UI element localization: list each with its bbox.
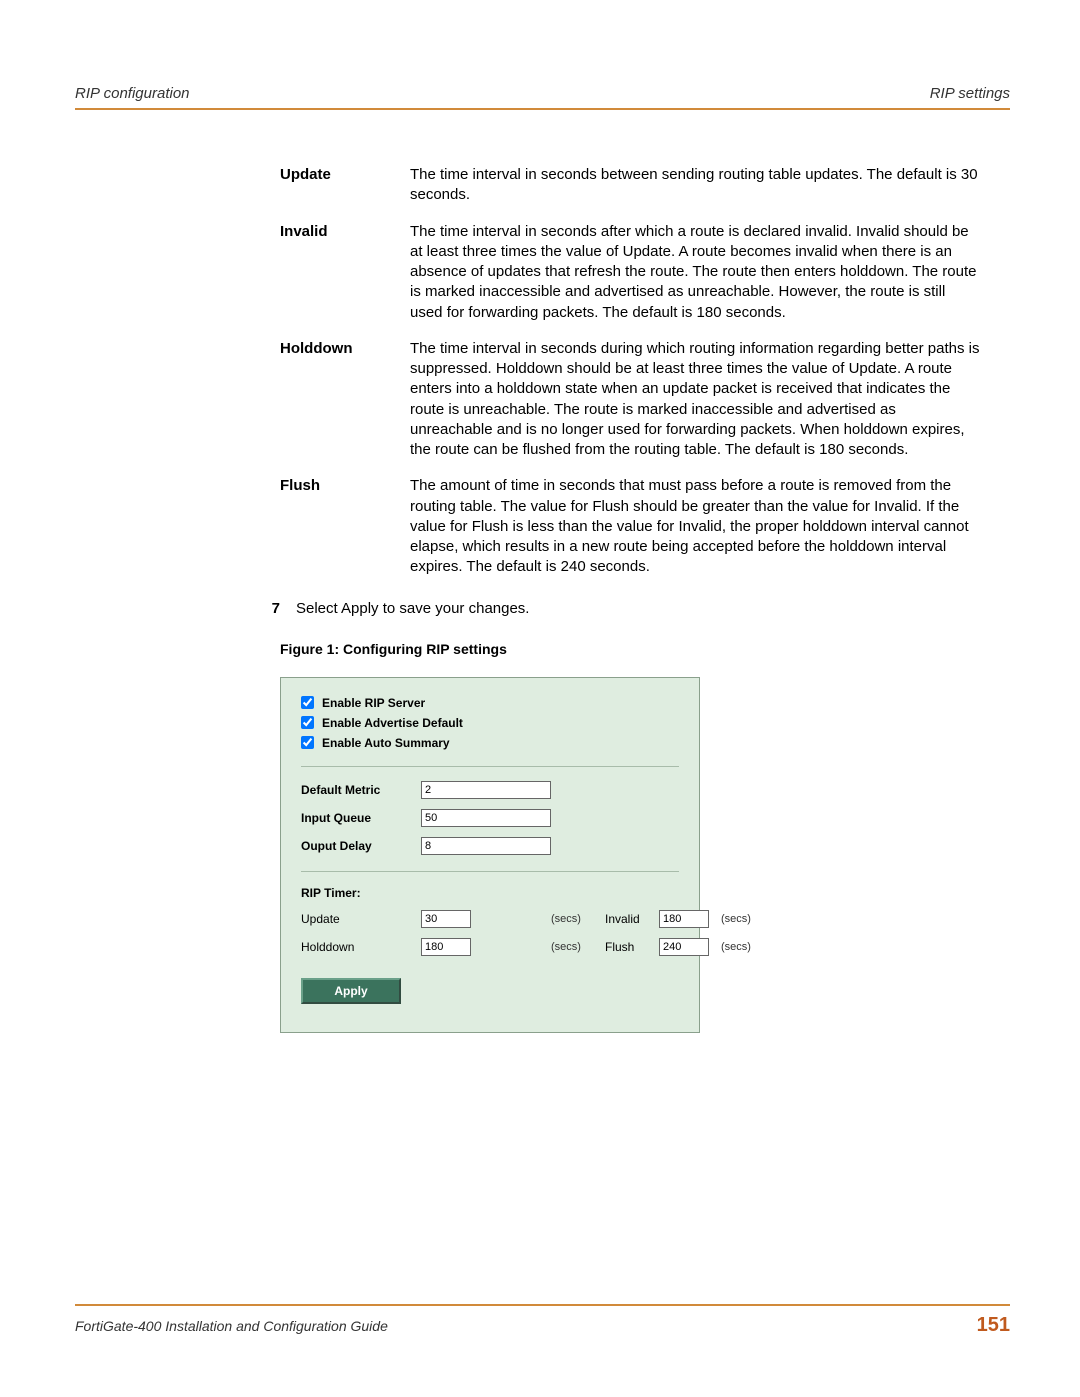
enable-auto-summary-checkbox[interactable] (301, 736, 314, 749)
header-left: RIP configuration (75, 85, 190, 102)
document-page: RIP configuration RIP settings Update Th… (0, 0, 1080, 1397)
step-number: 7 (238, 600, 296, 617)
header-right: RIP settings (930, 85, 1010, 102)
def-desc: The amount of time in seconds that must … (410, 476, 980, 577)
checkbox-label: Enable Auto Summary (322, 736, 450, 750)
secs-label: (secs) (721, 913, 771, 925)
flush-input[interactable] (659, 938, 709, 956)
def-term: Flush (280, 476, 410, 577)
step-text: Select Apply to save your changes. (296, 600, 529, 617)
invalid-label: Invalid (605, 912, 659, 926)
page-footer: FortiGate-400 Installation and Configura… (75, 1304, 1010, 1337)
running-header: RIP configuration RIP settings (75, 85, 1010, 110)
input-queue-label: Input Queue (301, 811, 421, 825)
update-label: Update (301, 912, 421, 926)
invalid-input[interactable] (659, 910, 709, 928)
definition-update: Update The time interval in seconds betw… (280, 165, 980, 206)
checkbox-enable-rip-server: Enable RIP Server (301, 696, 679, 710)
timer-grid: Update (secs) Invalid (secs) Holddown (s… (301, 910, 679, 956)
update-input[interactable] (421, 910, 471, 928)
def-term: Holddown (280, 339, 410, 461)
divider (301, 871, 679, 872)
divider (301, 766, 679, 767)
default-metric-input[interactable] (421, 781, 551, 799)
checkbox-label: Enable Advertise Default (322, 716, 463, 730)
holddown-label: Holddown (301, 940, 421, 954)
holddown-input[interactable] (421, 938, 471, 956)
checkbox-enable-auto-summary: Enable Auto Summary (301, 736, 679, 750)
apply-button[interactable]: Apply (301, 978, 401, 1004)
output-delay-label: Ouput Delay (301, 839, 421, 853)
page-number: 151 (977, 1314, 1010, 1337)
checkbox-label: Enable RIP Server (322, 696, 425, 710)
figure-caption: Figure 1: Configuring RIP settings (280, 641, 980, 657)
secs-label: (secs) (721, 941, 771, 953)
footer-title: FortiGate-400 Installation and Configura… (75, 1318, 388, 1334)
definition-holddown: Holddown The time interval in seconds du… (280, 339, 980, 461)
output-delay-input[interactable] (421, 837, 551, 855)
enable-rip-server-checkbox[interactable] (301, 696, 314, 709)
main-content: Update The time interval in seconds betw… (280, 165, 980, 1033)
rip-timer-title: RIP Timer: (301, 886, 679, 900)
def-term: Invalid (280, 222, 410, 323)
def-desc: The time interval in seconds between sen… (410, 165, 980, 206)
input-queue-input[interactable] (421, 809, 551, 827)
definition-invalid: Invalid The time interval in seconds aft… (280, 222, 980, 323)
enable-advertise-default-checkbox[interactable] (301, 716, 314, 729)
definition-flush: Flush The amount of time in seconds that… (280, 476, 980, 577)
step-7: 7 Select Apply to save your changes. (238, 600, 980, 617)
checkbox-enable-advertise-default: Enable Advertise Default (301, 716, 679, 730)
def-desc: The time interval in seconds during whic… (410, 339, 980, 461)
rip-settings-panel: Enable RIP Server Enable Advertise Defau… (280, 677, 700, 1033)
def-desc: The time interval in seconds after which… (410, 222, 980, 323)
secs-label: (secs) (551, 913, 605, 925)
default-metric-label: Default Metric (301, 783, 421, 797)
field-grid: Default Metric Input Queue Ouput Delay (301, 781, 679, 855)
def-term: Update (280, 165, 410, 206)
flush-label: Flush (605, 940, 659, 954)
secs-label: (secs) (551, 941, 605, 953)
